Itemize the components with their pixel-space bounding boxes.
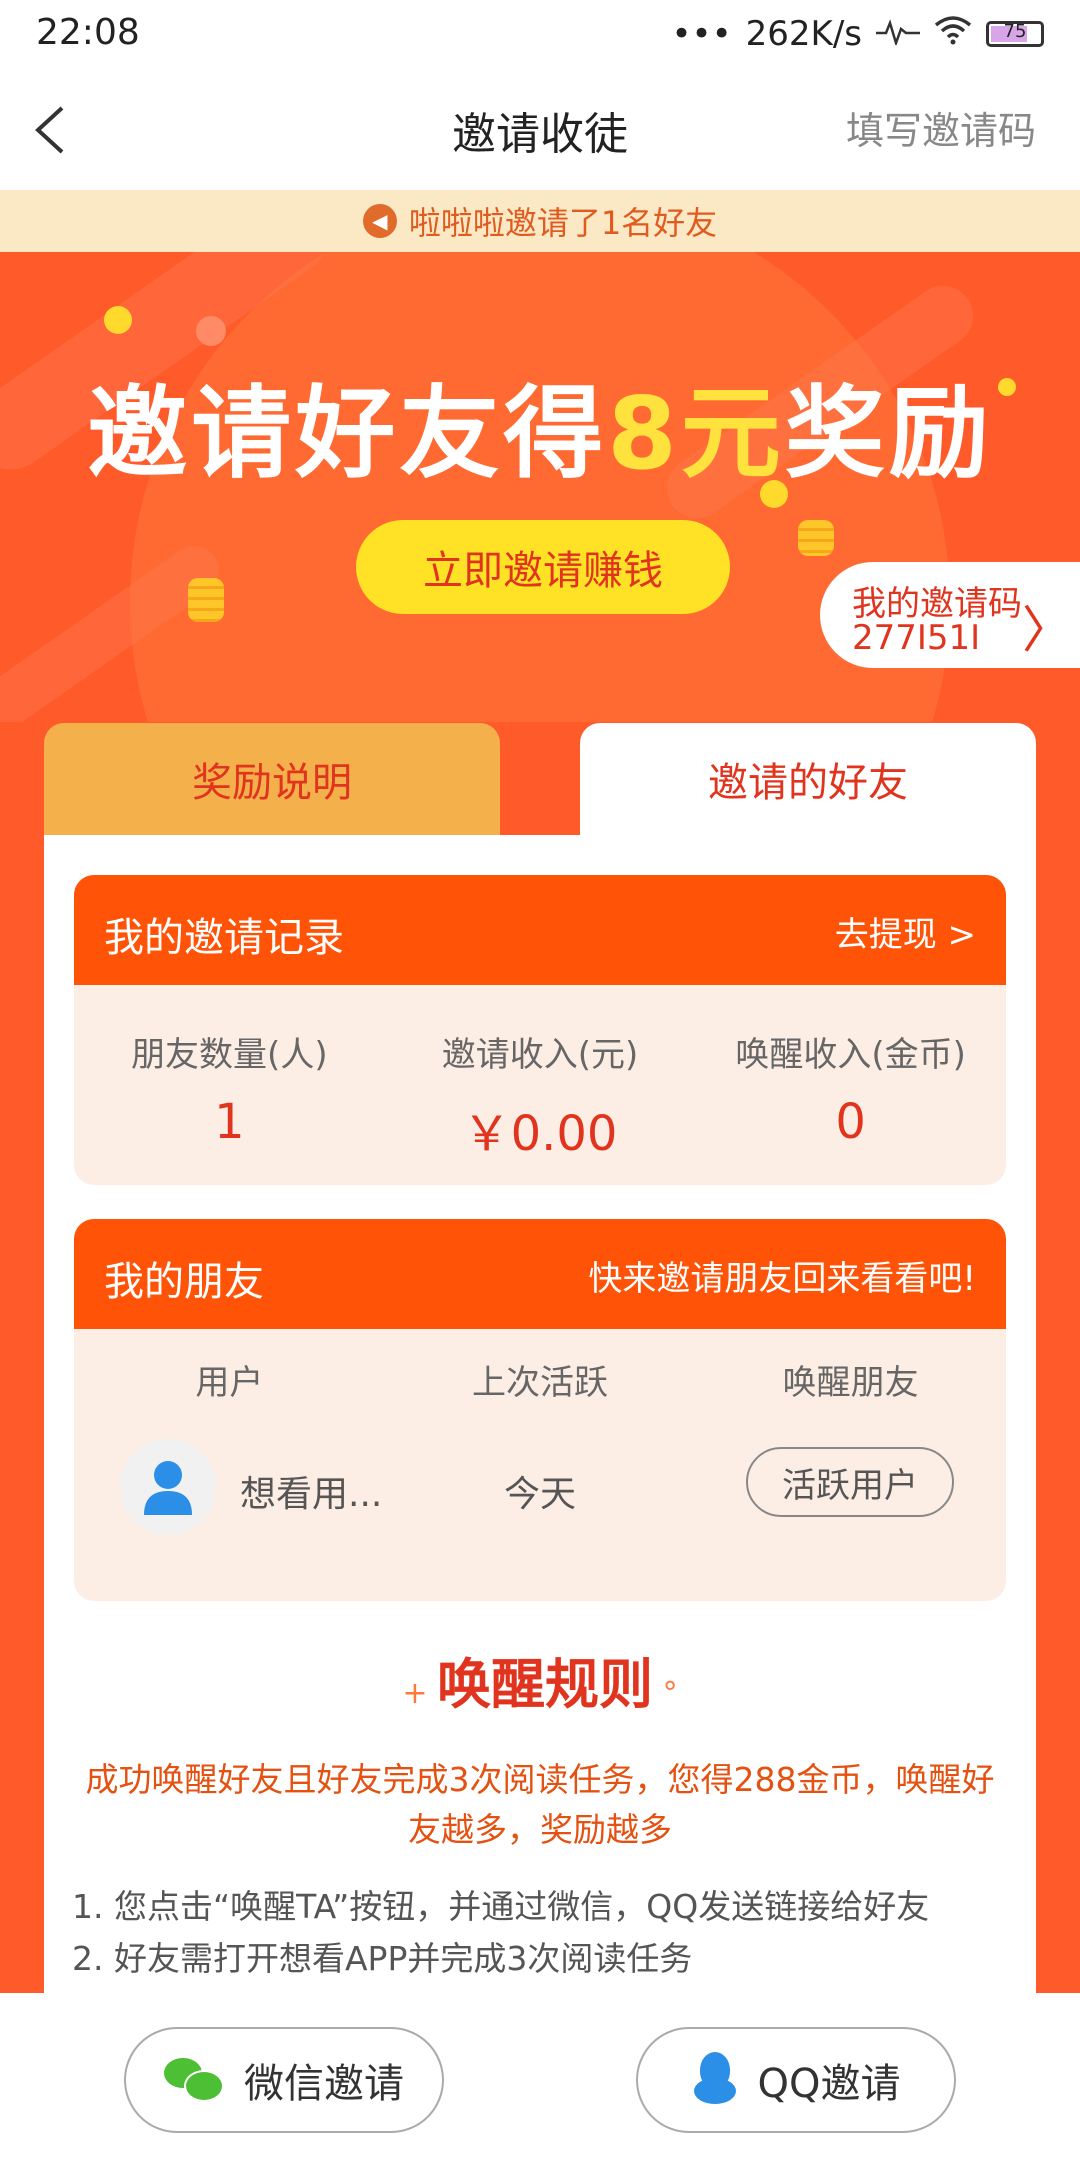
invite-stats: 朋友数量(人) 1 邀请收入(元) ￥0.00 唤醒收入(金币) 0 — [74, 985, 1006, 1185]
invite-code-value: 277I51I — [852, 618, 981, 658]
stat-value: 1 — [214, 1094, 245, 1150]
wake-rules-title: + 唤醒规则 ° — [0, 1640, 1080, 1719]
decor-dot — [196, 316, 226, 346]
coin-stack-icon — [798, 520, 834, 556]
col-wake: 唤醒朋友 — [782, 1362, 919, 1403]
col-user: 用户 — [195, 1362, 264, 1403]
decor-plus-icon: + — [402, 1676, 438, 1711]
table-row: 想看用... 今天 活跃用户 — [74, 1429, 1006, 1549]
stat-value: ￥0.00 — [462, 1106, 618, 1162]
speaker-icon: ◀ — [362, 204, 397, 238]
wechat-invite-label: 微信邀请 — [244, 2061, 404, 2107]
signal-dots: ••• — [671, 14, 732, 54]
rule-item: 2. 好友需打开想看APP并完成3次阅读任务 — [72, 1939, 693, 1978]
share-bar: 微信邀请 QQ邀请 — [0, 1993, 1080, 2160]
my-friends-card: 我的朋友 快来邀请朋友回来看看吧! 用户 上次活跃 唤醒朋友 想看用... 今天… — [74, 1219, 1006, 1601]
avatar — [120, 1439, 216, 1535]
enter-invite-code-button[interactable]: 填写邀请码 — [846, 100, 1036, 155]
my-friends-title: 我的朋友 — [104, 1259, 264, 1305]
stat-label: 唤醒收入(金币) — [735, 1035, 966, 1075]
hero-title-prefix: 邀请好友得 — [87, 375, 608, 492]
stat-label: 朋友数量(人) — [131, 1035, 328, 1075]
announcement-ticker: ◀ 啦啦啦邀请了1名好友 — [0, 190, 1080, 252]
stat-value: 0 — [835, 1094, 866, 1150]
coin-icon — [104, 306, 132, 334]
stat-invite-income: 邀请收入(元) ￥0.00 — [385, 985, 696, 1185]
network-speed: 262K/s — [745, 14, 862, 54]
battery-icon: 75 — [986, 21, 1044, 47]
status-icons: ••• 262K/s 75 — [671, 14, 1044, 54]
wifi-icon — [934, 14, 972, 54]
my-friends-hint: 快来邀请朋友回来看看吧! — [588, 1259, 976, 1299]
qq-icon — [692, 2052, 738, 2108]
battery-level: 75 — [1003, 21, 1027, 42]
clock: 22:08 — [36, 12, 140, 53]
friend-name: 想看用... — [240, 1474, 383, 1515]
chevron-right-icon: 〉 — [1022, 601, 1072, 659]
nav-bar: 邀请收徒 填写邀请码 — [0, 70, 1080, 190]
invite-records-title: 我的邀请记录 — [104, 915, 344, 961]
coin-stack-icon — [188, 578, 224, 622]
hero-banner: 邀请好友得8元奖励 立即邀请赚钱 我的邀请码 277I51I 〉 — [0, 252, 1080, 722]
my-friends-header: 我的朋友 快来邀请朋友回来看看吧! — [74, 1219, 1006, 1329]
wechat-icon — [164, 2058, 224, 2102]
hero-title-suffix: 奖励 — [784, 375, 993, 492]
tab-reward-rules[interactable]: 奖励说明 — [44, 723, 500, 835]
stat-label: 邀请收入(元) — [441, 1035, 639, 1075]
rule-item: 1. 您点击“唤醒TA”按钮，并通过微信，QQ发送链接给好友 — [72, 1887, 930, 1926]
decor-dot-icon: ° — [653, 1676, 678, 1711]
wake-rules-description: 成功唤醒好友且好友完成3次阅读任务，您得288金币，唤醒好友越多，奖励越多 — [85, 1760, 995, 1849]
friends-table-header: 用户 上次活跃 唤醒朋友 — [74, 1329, 1006, 1429]
my-invite-code[interactable]: 我的邀请码 277I51I 〉 — [820, 562, 1080, 668]
col-last-active: 上次活跃 — [472, 1362, 608, 1403]
user-icon — [144, 1461, 192, 1515]
stat-wake-income: 唤醒收入(金币) 0 — [695, 985, 1006, 1185]
withdraw-link[interactable]: 去提现 > — [835, 907, 976, 956]
wake-rules-title-text: 唤醒规则 — [437, 1653, 654, 1716]
activity-icon — [876, 14, 920, 54]
active-user-button[interactable]: 活跃用户 — [746, 1447, 954, 1517]
tab-invited-friends[interactable]: 邀请的好友 — [580, 723, 1036, 835]
friend-last-active: 今天 — [503, 1474, 576, 1515]
wechat-invite-button[interactable]: 微信邀请 — [124, 2027, 444, 2133]
ticker-text: 啦啦啦邀请了1名好友 — [408, 204, 718, 242]
stat-friend-count: 朋友数量(人) 1 — [74, 985, 385, 1185]
qq-invite-label: QQ邀请 — [757, 2061, 901, 2107]
status-bar: 22:08 ••• 262K/s 75 — [0, 0, 1080, 70]
qq-invite-button[interactable]: QQ邀请 — [636, 2027, 956, 2133]
invite-records-header: 我的邀请记录 去提现 > — [74, 875, 1006, 985]
invite-now-button[interactable]: 立即邀请赚钱 — [356, 520, 730, 614]
hero-title-amount: 8元 — [607, 375, 785, 492]
invite-records-card: 我的邀请记录 去提现 > 朋友数量(人) 1 邀请收入(元) ￥0.00 唤醒收… — [74, 875, 1006, 1185]
hero-title: 邀请好友得8元奖励 — [0, 352, 1080, 497]
